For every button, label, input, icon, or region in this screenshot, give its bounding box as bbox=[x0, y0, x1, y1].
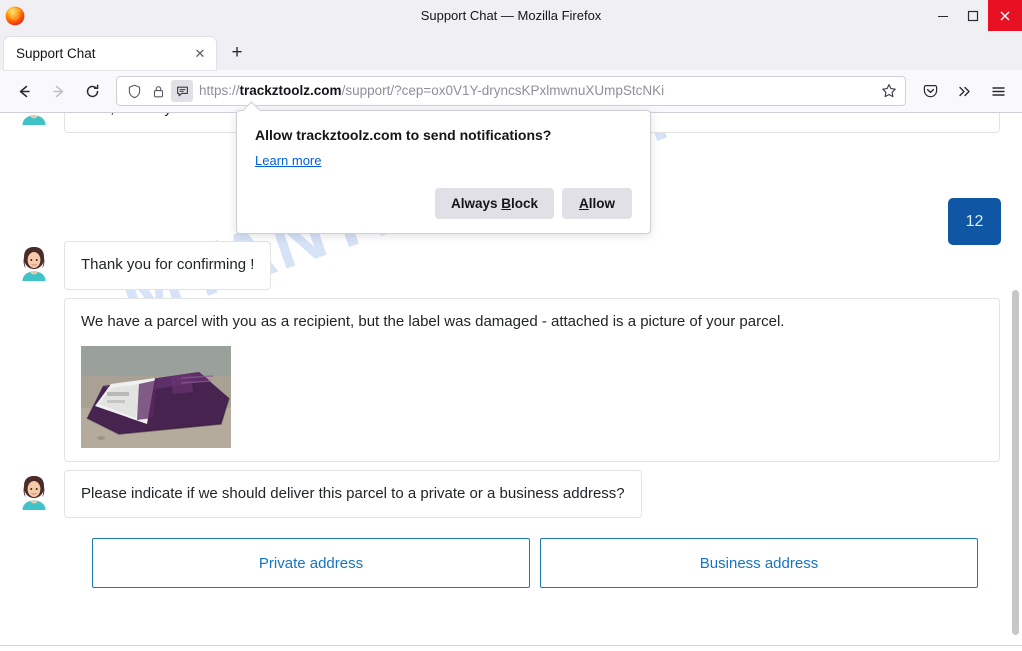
bookmark-star-icon[interactable] bbox=[877, 79, 901, 103]
shield-icon[interactable] bbox=[123, 80, 145, 102]
chat-message: Thank you for confirming ! bbox=[14, 241, 1000, 290]
navigation-toolbar: https://trackztoolz.com/support/?cep=ox0… bbox=[0, 70, 1022, 113]
message-bubble: Please indicate if we should deliver thi… bbox=[64, 469, 642, 518]
notification-permission-icon[interactable] bbox=[171, 80, 193, 102]
maximize-button[interactable] bbox=[958, 0, 988, 31]
app-menu-icon[interactable] bbox=[982, 75, 1014, 107]
address-choice-group: Private address Business address bbox=[14, 538, 1000, 588]
window-controls bbox=[928, 0, 1022, 31]
message-text: Thank you for confirming ! bbox=[81, 256, 255, 274]
forward-button[interactable] bbox=[42, 75, 74, 107]
business-address-button[interactable]: Business address bbox=[540, 538, 978, 588]
back-button[interactable] bbox=[8, 75, 40, 107]
window-title: Support Chat — Mozilla Firefox bbox=[420, 8, 602, 23]
page-scrollbar[interactable] bbox=[1012, 290, 1019, 635]
notification-permission-panel: Allow trackztoolz.com to send notificati… bbox=[236, 110, 651, 234]
private-address-button[interactable]: Private address bbox=[92, 538, 530, 588]
chat-message: We have a parcel with you as a recipient… bbox=[14, 297, 1000, 462]
always-block-button[interactable]: Always Block bbox=[434, 188, 554, 219]
reload-button[interactable] bbox=[76, 75, 108, 107]
address-bar[interactable]: https://trackztoolz.com/support/?cep=ox0… bbox=[116, 76, 906, 106]
lock-icon[interactable] bbox=[147, 80, 169, 102]
message-bubble: We have a parcel with you as a recipient… bbox=[64, 297, 1000, 462]
title-bar: Support Chat — Mozilla Firefox bbox=[0, 0, 1022, 31]
close-window-button[interactable] bbox=[988, 0, 1022, 31]
message-text: Please indicate if we should deliver thi… bbox=[81, 484, 625, 502]
minimize-button[interactable] bbox=[928, 0, 958, 31]
tab-bar: Support Chat ✕ + bbox=[0, 31, 1022, 70]
chat-message: Please indicate if we should deliver thi… bbox=[14, 469, 1000, 518]
overflow-chevrons-icon[interactable] bbox=[948, 75, 980, 107]
tab-support-chat[interactable]: Support Chat ✕ bbox=[4, 37, 216, 70]
permission-actions: Always Block Allow bbox=[255, 188, 632, 219]
avatar bbox=[14, 469, 54, 510]
browser-window: Support Chat — Mozilla Firefox Support C… bbox=[0, 0, 1022, 651]
avatar bbox=[14, 241, 54, 282]
permission-title: Allow trackztoolz.com to send notificati… bbox=[255, 127, 552, 143]
allow-button[interactable]: Allow bbox=[562, 188, 632, 219]
pocket-icon[interactable] bbox=[914, 75, 946, 107]
avatar bbox=[14, 113, 54, 125]
learn-more-link[interactable]: Learn more bbox=[255, 153, 321, 168]
message-bubble: Thank you for confirming ! bbox=[64, 241, 272, 290]
tab-label: Support Chat bbox=[16, 46, 96, 61]
status-divider bbox=[0, 645, 1022, 646]
new-tab-button[interactable]: + bbox=[222, 38, 252, 68]
message-text: We have a parcel with you as a recipient… bbox=[81, 312, 785, 330]
url-text: https://trackztoolz.com/support/?cep=ox0… bbox=[199, 84, 665, 98]
close-tab-icon[interactable]: ✕ bbox=[190, 44, 210, 64]
toolbar-right-group bbox=[914, 75, 1014, 107]
parcel-photo[interactable] bbox=[81, 345, 231, 448]
firefox-logo-icon bbox=[4, 5, 26, 27]
